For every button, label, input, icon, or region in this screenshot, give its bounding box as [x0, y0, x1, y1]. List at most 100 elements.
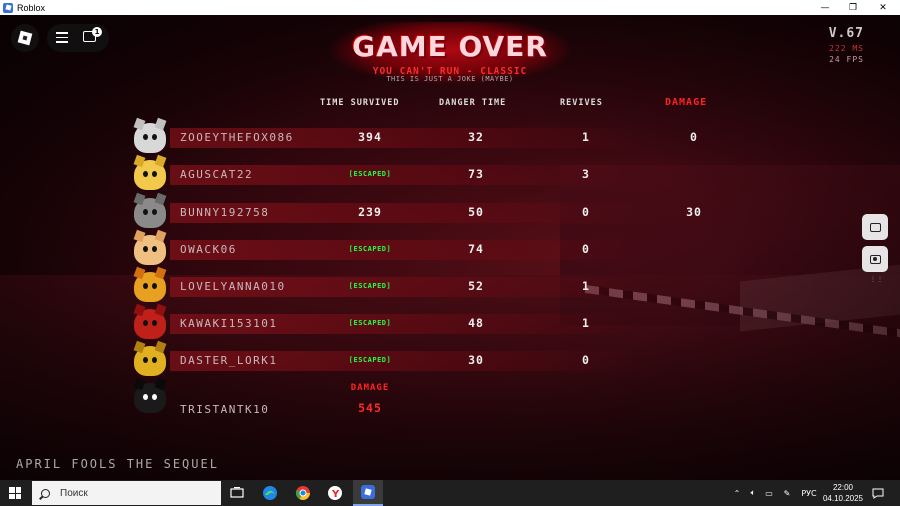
drag-handle-icon[interactable]: ⋮⋮ — [870, 276, 884, 283]
window-titlebar: Roblox — ❐ ✕ — [0, 0, 900, 15]
killer-eye-right — [152, 394, 157, 400]
player-ear-right — [154, 154, 167, 168]
joke-caption: THIS IS JUST A JOKE (MAYBE) — [386, 75, 514, 83]
tray-expand-icon[interactable]: ⌃ — [730, 480, 744, 506]
player-avatar — [128, 154, 172, 193]
maximize-button[interactable]: ❐ — [838, 0, 868, 15]
player-danger-time: 74 — [468, 242, 484, 256]
minimize-button[interactable]: — — [810, 0, 840, 15]
search-placeholder: Поиск — [60, 487, 88, 499]
player-danger-time: 48 — [468, 316, 484, 330]
roblox-taskbar-button[interactable] — [353, 480, 383, 506]
killer-damage-label: DAMAGE — [350, 383, 390, 393]
player-time-survived: [ESCAPED] — [348, 245, 392, 253]
player-name: OWACK06 — [180, 243, 237, 256]
player-time-survived: [ESCAPED] — [348, 319, 392, 327]
player-time-survived: [ESCAPED] — [348, 356, 392, 364]
player-row: OWACK06 [ESCAPED] 74 0 — [120, 229, 740, 268]
player-row: DASTER_LORK1 [ESCAPED] 30 0 — [120, 340, 740, 379]
clock-time: 22:00 — [832, 483, 854, 492]
game-over-title: GAME OVER — [352, 30, 548, 63]
player-ear-right — [154, 303, 167, 317]
killer-row: TRISTANTK10 — [120, 377, 740, 416]
player-avatar — [128, 192, 172, 231]
player-eye-left — [143, 283, 148, 289]
column-header-time-survived: TIME SURVIVED — [320, 98, 400, 108]
roblox-app-icon — [3, 2, 13, 13]
player-revives: 1 — [582, 316, 590, 330]
player-ear-left — [133, 192, 146, 206]
taskbar-search-box[interactable]: Поиск — [32, 481, 221, 505]
player-time-survived: 394 — [358, 130, 382, 144]
player-eye-left — [143, 246, 148, 252]
language-indicator[interactable]: РУС — [798, 480, 820, 506]
game-version: V.67 — [828, 26, 864, 41]
player-ear-left — [133, 154, 146, 168]
player-face — [133, 266, 167, 302]
volume-icon[interactable]: 🔈︎ — [746, 480, 760, 506]
player-ear-left — [133, 303, 146, 317]
game-name-caption: APRIL FOOLS THE SEQUEL — [16, 457, 219, 471]
killer-eye-left — [143, 394, 148, 400]
player-name: DASTER_LORK1 — [180, 354, 278, 367]
player-eye-right — [152, 246, 157, 252]
selfview-button[interactable] — [862, 214, 888, 240]
player-avatar — [128, 303, 172, 342]
player-revives: 0 — [582, 242, 590, 256]
screenshot-button[interactable] — [862, 246, 888, 272]
close-button[interactable]: ✕ — [868, 0, 898, 15]
player-eye-left — [143, 134, 148, 140]
player-revives: 1 — [582, 279, 590, 293]
edge-browser-icon[interactable] — [261, 484, 279, 502]
column-header-damage: DAMAGE — [665, 97, 708, 108]
player-ear-left — [133, 340, 146, 354]
ping-readout: 222 MS — [829, 44, 864, 53]
killer-damage-value: 545 — [358, 401, 382, 415]
player-danger-time: 73 — [468, 167, 484, 181]
player-name: LOVELYANNA010 — [180, 280, 286, 293]
player-eye-right — [152, 320, 157, 326]
taskbar-clock[interactable]: 22:00 04.10.2025 — [820, 482, 866, 504]
player-avatar — [128, 229, 172, 268]
task-view-icon[interactable] — [228, 484, 246, 502]
player-eye-right — [152, 171, 157, 177]
player-face — [133, 229, 167, 265]
pen-icon[interactable]: ✎ — [780, 480, 794, 506]
start-button[interactable] — [9, 487, 21, 499]
roblox-menu-button[interactable] — [11, 24, 39, 52]
player-ear-right — [154, 117, 167, 131]
player-eye-right — [152, 283, 157, 289]
player-time-survived: 239 — [358, 205, 382, 219]
player-avatar — [128, 340, 172, 379]
player-ear-left — [133, 117, 146, 131]
player-damage: 0 — [690, 130, 698, 144]
player-face — [133, 303, 167, 339]
player-row: KAWAKI153101 [ESCAPED] 48 1 — [120, 303, 740, 342]
player-damage: 30 — [686, 205, 702, 219]
killer-ear-right — [154, 377, 167, 391]
hamburger-icon[interactable] — [56, 32, 68, 46]
window-title: Roblox — [17, 2, 46, 13]
player-name: ZOOEYTHEFOX086 — [180, 131, 294, 144]
chrome-browser-icon[interactable] — [294, 484, 312, 502]
killer-ear-left — [133, 377, 146, 391]
yandex-browser-icon[interactable]: Y — [326, 484, 344, 502]
player-danger-time: 30 — [468, 353, 484, 367]
player-ear-left — [133, 266, 146, 280]
player-ear-right — [154, 340, 167, 354]
killer-avatar — [128, 377, 172, 416]
killer-name: TRISTANTK10 — [180, 403, 270, 416]
svg-text:Y: Y — [331, 489, 340, 500]
camera-icon — [869, 254, 881, 264]
notification-icon[interactable] — [870, 480, 886, 506]
player-eye-left — [143, 320, 148, 326]
selfview-icon — [869, 222, 881, 232]
player-name: AGUSCAT22 — [180, 168, 254, 181]
player-ear-left — [133, 229, 146, 243]
player-eye-left — [143, 171, 148, 177]
player-time-survived: [ESCAPED] — [348, 282, 392, 290]
player-face — [133, 154, 167, 190]
network-icon[interactable]: ▭ — [762, 480, 776, 506]
roblox-logo-icon — [17, 30, 33, 46]
player-name: BUNNY192758 — [180, 206, 270, 219]
